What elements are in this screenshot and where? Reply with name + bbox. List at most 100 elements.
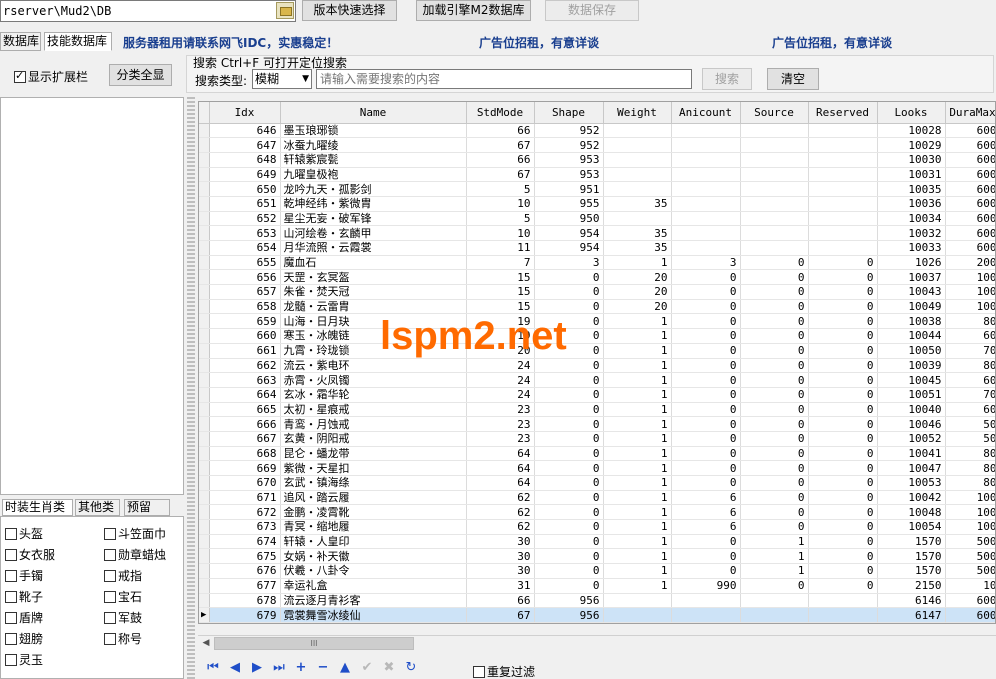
cell-name[interactable]: 玄黄・阴阳戒 <box>280 431 467 447</box>
cell-duramax[interactable]: 60 <box>945 372 995 388</box>
cell-shape[interactable]: 0 <box>534 269 604 286</box>
row-indicator[interactable] <box>199 504 210 521</box>
cell-duramax[interactable]: 600 <box>945 152 995 168</box>
table-row[interactable]: 669 紫微・天星扣 64 0 1 0 0 0 10047 80 <box>199 460 995 476</box>
checkbox-icon[interactable] <box>5 549 17 561</box>
cell-source[interactable]: 0 <box>740 519 809 535</box>
table-row[interactable]: 658 龙髓・云雷胄 15 0 20 0 0 0 10049 100 <box>199 299 995 315</box>
column-header-stdmode[interactable]: StdMode <box>466 102 535 124</box>
category-checkbox[interactable]: 宝石 <box>104 588 142 605</box>
cell-idx[interactable]: 647 <box>209 137 281 153</box>
cell-idx[interactable]: 670 <box>209 475 281 491</box>
column-header-anicount[interactable]: Anicount <box>671 102 741 124</box>
ad-banner-idc[interactable]: 服务器租用请联系网飞IDC，实惠稳定！ <box>123 34 338 51</box>
row-indicator[interactable] <box>199 534 210 550</box>
cell-duramax[interactable]: 70 <box>945 387 995 403</box>
cell-duramax[interactable]: 80 <box>945 358 995 374</box>
cell-reserved[interactable] <box>808 196 878 212</box>
cell-idx[interactable]: 666 <box>209 416 281 432</box>
cell-stdmode[interactable]: 62 <box>466 490 535 506</box>
table-row[interactable]: 673 青冥・缩地履 62 0 1 6 0 0 10054 100 <box>199 519 995 535</box>
cell-source[interactable]: 0 <box>740 343 809 359</box>
cell-looks[interactable]: 10050 <box>877 343 946 359</box>
splitter[interactable] <box>187 97 195 679</box>
row-indicator[interactable] <box>199 123 210 139</box>
cell-reserved[interactable]: 0 <box>808 284 878 300</box>
cell-stdmode[interactable]: 66 <box>466 593 535 609</box>
cell-source[interactable] <box>740 211 809 227</box>
cell-reserved[interactable]: 0 <box>808 358 878 374</box>
row-indicator[interactable] <box>199 328 210 344</box>
cell-anicount[interactable]: 0 <box>671 446 741 462</box>
cell-idx[interactable]: 675 <box>209 548 281 565</box>
cell-weight[interactable]: 1 <box>603 416 672 432</box>
cell-duramax[interactable]: 60 <box>945 402 995 418</box>
checkbox-icon[interactable] <box>5 633 17 645</box>
cell-name[interactable]: 墨玉琅琊锁 <box>280 123 467 139</box>
table-row[interactable]: 649 九曜皇极袍 67 953 10031 600 <box>199 167 995 183</box>
checkbox-icon[interactable] <box>5 528 17 540</box>
cell-anicount[interactable]: 0 <box>671 534 741 550</box>
row-indicator[interactable] <box>199 593 210 609</box>
cell-anicount[interactable] <box>671 137 741 153</box>
checkbox-icon[interactable] <box>5 591 17 603</box>
cell-idx[interactable]: 657 <box>209 284 281 300</box>
table-row[interactable]: 674 轩辕・人皇印 30 0 1 0 1 0 1570 500 <box>199 534 995 550</box>
cell-source[interactable]: 1 <box>740 534 809 550</box>
cell-source[interactable] <box>740 240 809 256</box>
cell-name[interactable]: 金鹏・凌霄靴 <box>280 504 467 521</box>
table-row[interactable]: 664 玄冰・霜华轮 24 0 1 0 0 0 10051 70 <box>199 387 995 403</box>
cell-weight[interactable]: 1 <box>603 534 672 550</box>
cell-stdmode[interactable]: 30 <box>466 548 535 565</box>
cell-stdmode[interactable]: 30 <box>466 563 535 579</box>
cell-looks[interactable]: 10040 <box>877 402 946 418</box>
table-row[interactable]: 670 玄武・镇海绦 64 0 1 0 0 0 10053 80 <box>199 475 995 491</box>
cell-reserved[interactable] <box>808 607 878 623</box>
row-indicator[interactable]: ▶ <box>199 607 210 623</box>
cell-weight[interactable]: 1 <box>603 387 672 403</box>
cell-shape[interactable]: 951 <box>534 181 604 197</box>
table-row[interactable]: 660 寒玉・冰魄链 19 0 1 0 0 0 10044 60 <box>199 328 995 344</box>
cell-duramax[interactable]: 500 <box>945 563 995 579</box>
cell-reserved[interactable] <box>808 152 878 168</box>
delete-icon[interactable]: − <box>314 659 332 677</box>
cell-source[interactable]: 1 <box>740 548 809 565</box>
cell-shape[interactable]: 956 <box>534 607 604 623</box>
version-select-button[interactable]: 版本快速选择 <box>302 0 397 21</box>
cell-anicount[interactable]: 0 <box>671 475 741 491</box>
cell-source[interactable] <box>740 225 809 241</box>
cell-stdmode[interactable]: 30 <box>466 534 535 550</box>
cell-looks[interactable]: 10042 <box>877 490 946 506</box>
cell-looks[interactable]: 10033 <box>877 240 946 256</box>
cell-source[interactable]: 0 <box>740 299 809 315</box>
cell-source[interactable]: 0 <box>740 387 809 403</box>
tab-reserved[interactable]: 预留 <box>124 499 170 516</box>
cell-source[interactable]: 0 <box>740 313 809 330</box>
cell-idx[interactable]: 659 <box>209 313 281 330</box>
row-indicator[interactable] <box>199 416 210 432</box>
cell-name[interactable]: 玄冰・霜华轮 <box>280 387 467 403</box>
cell-idx[interactable]: 678 <box>209 593 281 609</box>
cell-stdmode[interactable]: 64 <box>466 460 535 476</box>
cell-reserved[interactable] <box>808 225 878 241</box>
cell-shape[interactable]: 0 <box>534 519 604 535</box>
cell-looks[interactable]: 10051 <box>877 387 946 403</box>
row-indicator[interactable] <box>199 460 210 476</box>
cell-shape[interactable]: 0 <box>534 460 604 476</box>
cell-stdmode[interactable]: 64 <box>466 475 535 491</box>
cell-looks[interactable]: 10046 <box>877 416 946 432</box>
cell-looks[interactable]: 10036 <box>877 196 946 212</box>
table-row[interactable]: 662 流云・紫电环 24 0 1 0 0 0 10039 80 <box>199 358 995 374</box>
cell-name[interactable]: 流云逐月青衫客 <box>280 593 467 609</box>
table-row[interactable]: 652 星尘无妄・破军锋 5 950 10034 600 <box>199 211 995 227</box>
cell-weight[interactable] <box>603 152 672 168</box>
cell-source[interactable] <box>740 167 809 183</box>
cell-source[interactable]: 0 <box>740 578 809 594</box>
cell-name[interactable]: 月华流照・云霞裳 <box>280 240 467 256</box>
cell-idx[interactable]: 679 <box>209 607 281 623</box>
cell-shape[interactable]: 0 <box>534 402 604 418</box>
cell-name[interactable]: 冰蚕九曜绫 <box>280 137 467 153</box>
cell-weight[interactable]: 1 <box>603 490 672 506</box>
cell-shape[interactable]: 0 <box>534 284 604 300</box>
row-indicator[interactable] <box>199 563 210 579</box>
